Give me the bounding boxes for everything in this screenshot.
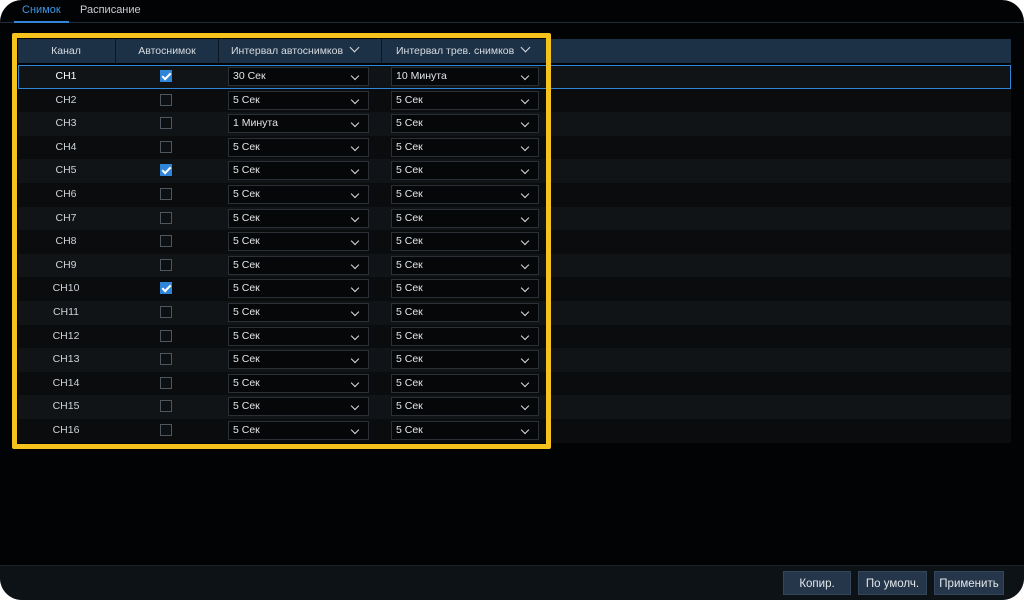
snapshot-settings-screen: Снимок Расписание Канал Автоснимок Интер… bbox=[0, 0, 1024, 600]
tab-bar: Снимок Расписание bbox=[0, 0, 1024, 23]
highlight-frame bbox=[12, 33, 551, 449]
tab-snapshot[interactable]: Снимок bbox=[14, 3, 69, 23]
default-button[interactable]: По умолч. bbox=[858, 571, 927, 595]
apply-button[interactable]: Применить bbox=[934, 571, 1004, 595]
tab-schedule[interactable]: Расписание bbox=[80, 3, 141, 21]
copy-button[interactable]: Копир. bbox=[783, 571, 851, 595]
